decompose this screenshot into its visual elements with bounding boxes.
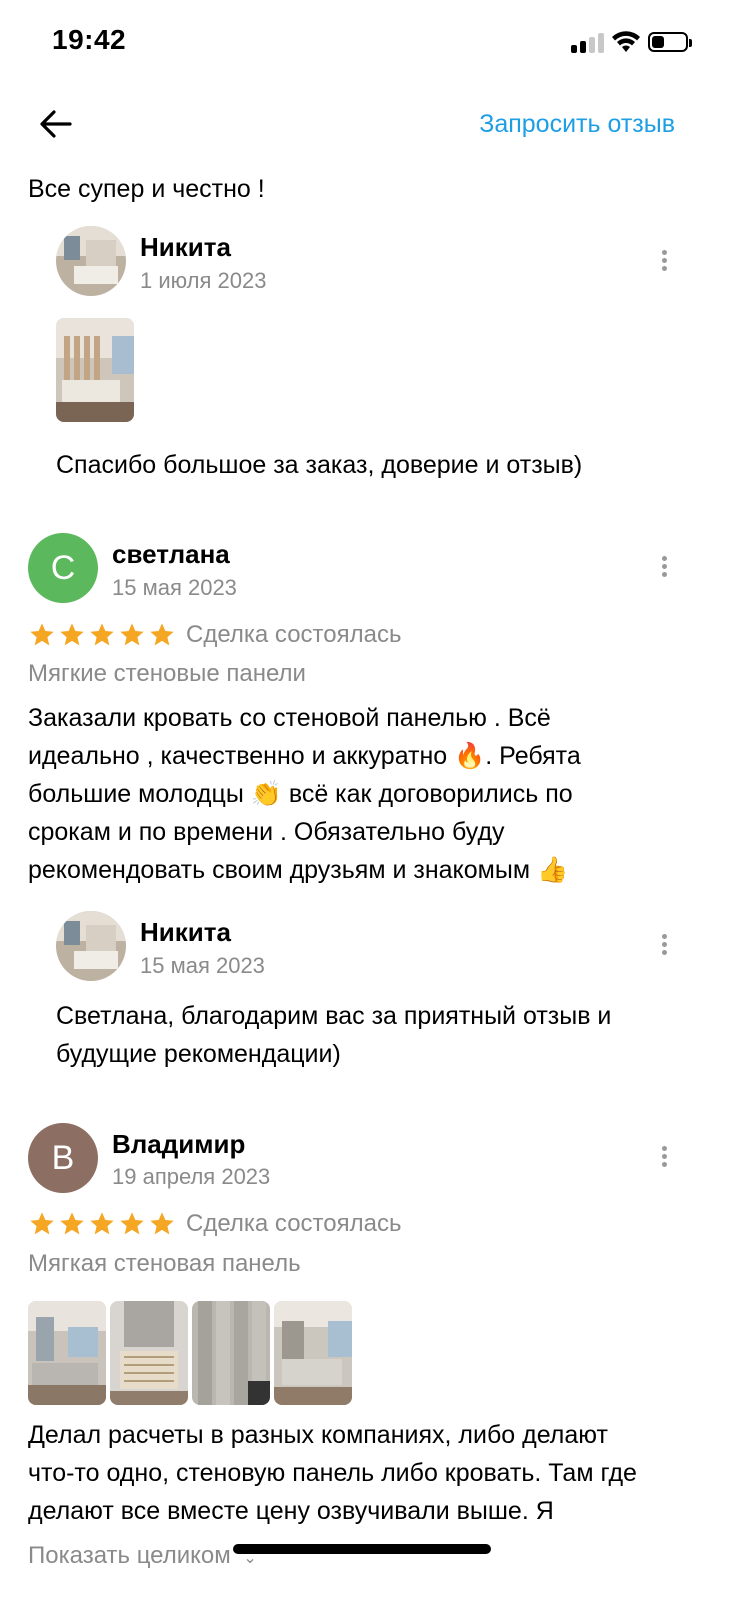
back-arrow-icon[interactable] — [36, 104, 76, 144]
review-text-line: рекомендовать своим друзьям и знакомым 👍 — [28, 856, 569, 884]
review-author: Владимир — [112, 1129, 246, 1159]
more-options-icon[interactable] — [652, 1143, 676, 1173]
avatar[interactable] — [56, 911, 126, 981]
reply-author: Никита — [140, 232, 231, 262]
bedroom-photo-icon — [274, 1301, 352, 1405]
star-icon — [30, 1212, 54, 1235]
bedroom-photo-icon — [56, 911, 126, 981]
more-options-icon[interactable] — [652, 553, 676, 583]
battery-icon — [648, 32, 692, 52]
rating-stars — [28, 1210, 176, 1238]
request-review-link[interactable]: Запросить отзыв — [479, 110, 675, 139]
review-photo[interactable] — [110, 1301, 188, 1405]
deal-status: Сделка состоялась — [186, 1210, 402, 1237]
product-name: Мягкие стеновые панели — [28, 660, 306, 687]
cellular-signal-icon — [571, 33, 605, 53]
review-text-line: Заказали кровать со стеновой панелью . В… — [28, 704, 551, 732]
review-photo[interactable] — [28, 1301, 106, 1405]
star-icon — [120, 1212, 144, 1235]
review-text-line: срокам и по времени . Обязательно буду — [28, 818, 505, 846]
avatar[interactable]: С — [28, 533, 98, 603]
star-icon — [150, 623, 174, 646]
review-text: Все супер и честно ! — [28, 175, 265, 203]
review-date: 15 мая 2023 — [112, 575, 237, 600]
show-more-label: Показать целиком — [28, 1542, 231, 1569]
more-options-icon[interactable] — [652, 247, 676, 277]
star-icon — [60, 1212, 84, 1235]
bedroom-photo-icon — [56, 226, 126, 296]
home-indicator[interactable] — [233, 1544, 491, 1554]
more-options-icon[interactable] — [652, 931, 676, 961]
product-name: Мягкая стеновая панель — [28, 1250, 301, 1277]
review-text-line: идеально , качественно и аккуратно 🔥. Ре… — [28, 742, 581, 770]
star-icon — [60, 623, 84, 646]
review-text-line: Делал расчеты в разных компаниях, либо д… — [28, 1421, 608, 1449]
reply-text-line: будущие рекомендации) — [56, 1040, 341, 1068]
star-icon — [90, 1212, 114, 1235]
star-icon — [150, 1212, 174, 1235]
star-icon — [30, 623, 54, 646]
review-author: светлана — [112, 539, 230, 569]
reply-photo[interactable] — [56, 318, 134, 422]
review-photo[interactable] — [274, 1301, 352, 1405]
review-text: Делал расчеты в разных компаниях, либо д… — [28, 1416, 728, 1530]
deal-status: Сделка состоялась — [186, 621, 402, 648]
wifi-icon — [612, 31, 640, 52]
reply-text-line: Светлана, благодарим вас за приятный отз… — [56, 1002, 612, 1030]
wall-panel-photo-icon — [192, 1301, 270, 1405]
bed-frame-photo-icon — [110, 1301, 188, 1405]
bedroom-photo-icon — [28, 1301, 106, 1405]
rating-stars — [28, 621, 176, 649]
avatar[interactable]: В — [28, 1123, 98, 1193]
review-text-line: что-то одно, стеновую панель либо кроват… — [28, 1459, 637, 1487]
review-text-line: большие молодцы 👏 всё как договорились п… — [28, 780, 573, 808]
review-text: Заказали кровать со стеновой панелью . В… — [28, 699, 718, 889]
star-icon — [120, 623, 144, 646]
avatar[interactable] — [56, 226, 126, 296]
star-icon — [90, 623, 114, 646]
review-text-line: делают все вместе цену озвучивали выше. … — [28, 1497, 554, 1525]
reply-date: 1 июля 2023 — [140, 268, 267, 293]
reply-date: 15 мая 2023 — [140, 953, 265, 978]
reply-text: Светлана, благодарим вас за приятный отз… — [56, 997, 716, 1073]
status-time: 19:42 — [52, 24, 127, 55]
review-date: 19 апреля 2023 — [112, 1164, 271, 1189]
bedroom-photo-icon — [56, 318, 134, 422]
show-more-link[interactable]: Показать целиком ⌄ — [28, 1542, 257, 1600]
reply-author: Никита — [140, 917, 231, 947]
review-photo[interactable] — [192, 1301, 270, 1405]
reply-text: Спасибо большое за заказ, доверие и отзы… — [56, 451, 583, 479]
